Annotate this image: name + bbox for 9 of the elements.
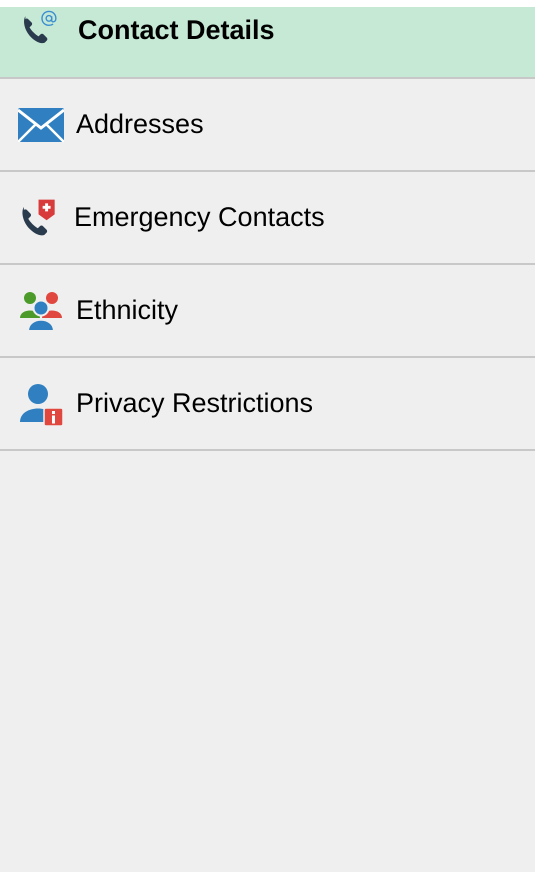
menu-item[interactable]: Contact Details xyxy=(0,7,535,79)
people-icon xyxy=(18,290,64,332)
menu-item-label: Ethnicity xyxy=(76,294,178,328)
menu-item-label: Addresses xyxy=(76,108,204,142)
envelope-icon xyxy=(18,108,64,142)
person-info-icon xyxy=(18,382,64,426)
menu-item-label: Privacy Restrictions xyxy=(76,387,314,420)
menu-item-label: Emergency Contacts xyxy=(74,201,325,234)
menu-item-label: Contact Details xyxy=(78,14,275,47)
